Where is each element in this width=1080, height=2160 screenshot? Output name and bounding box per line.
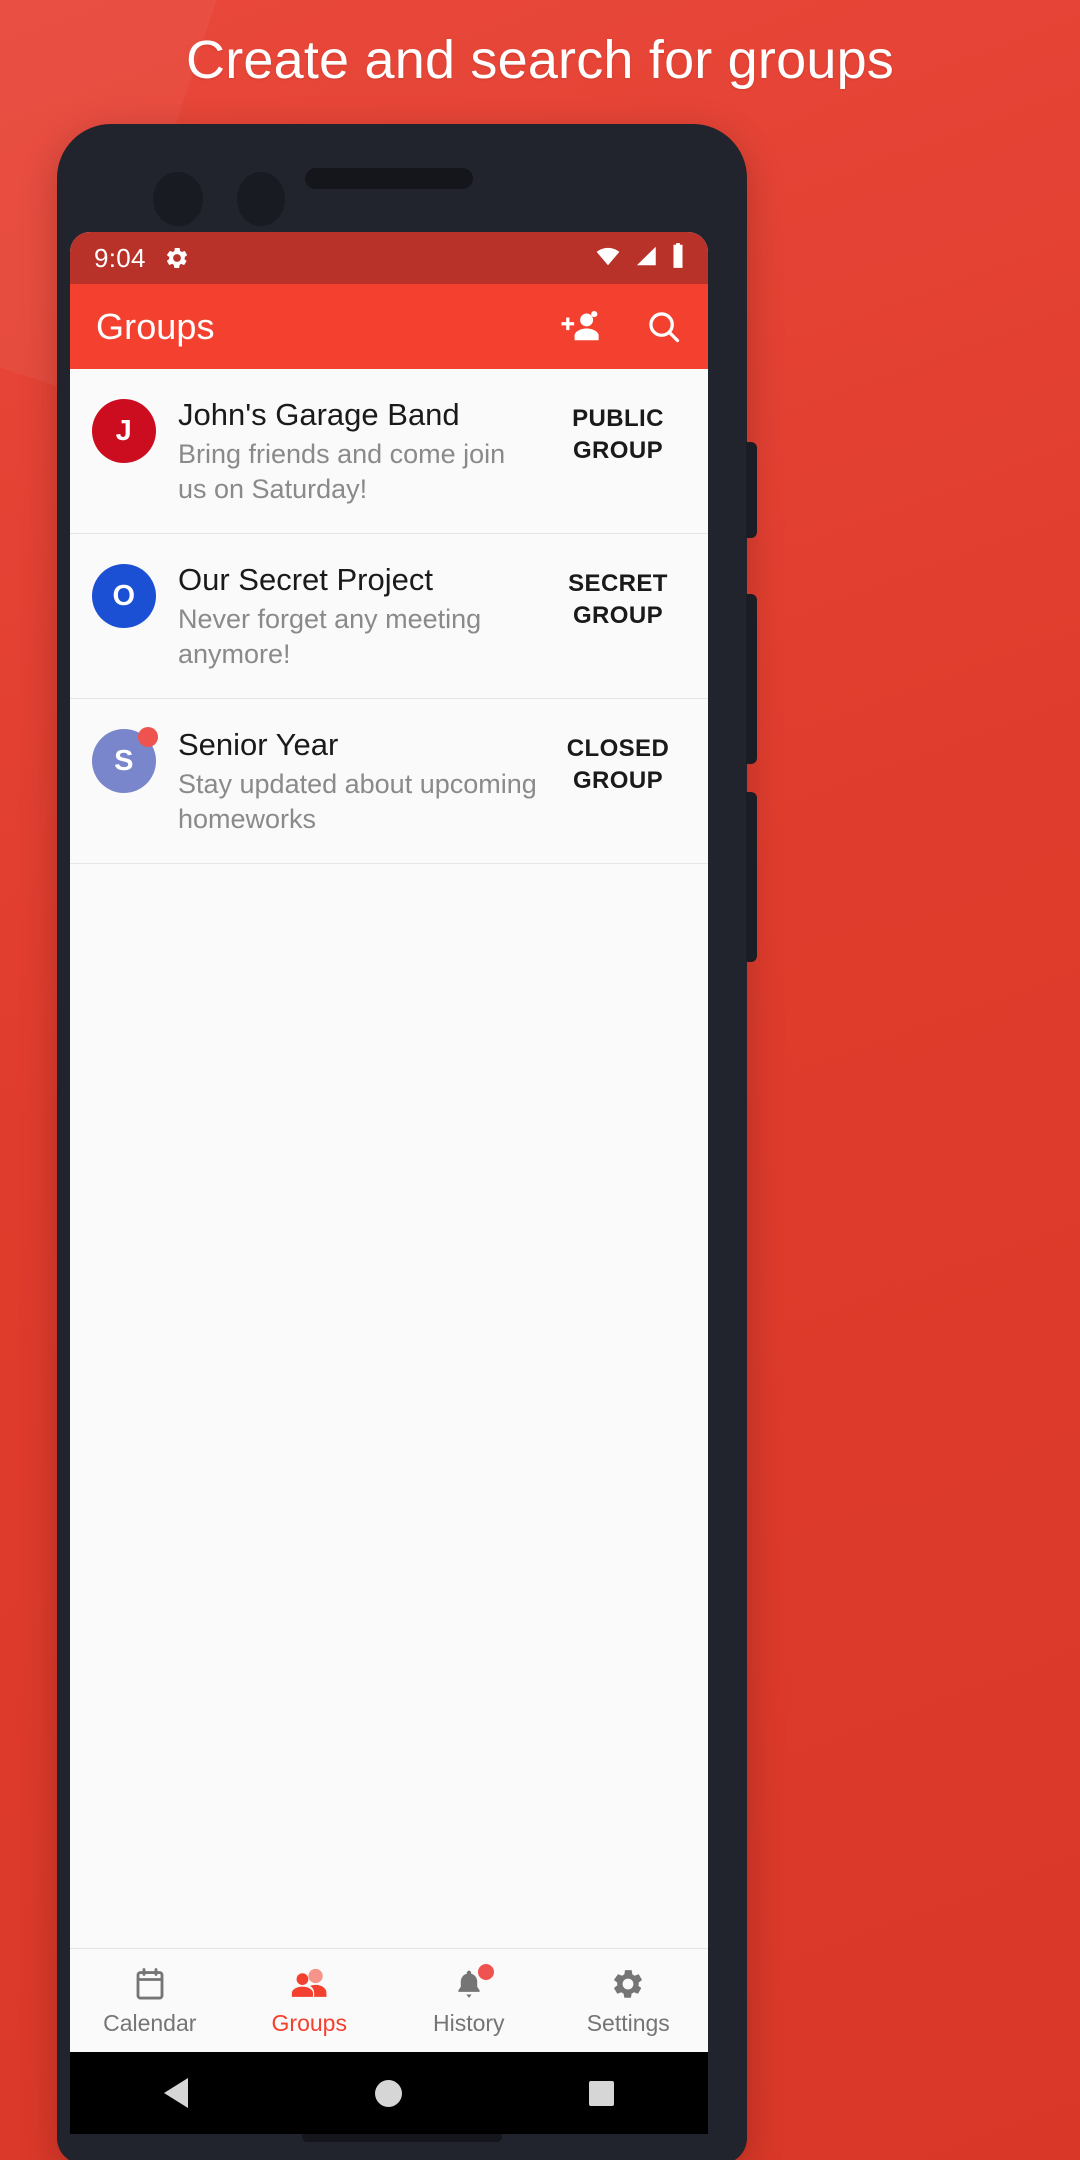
status-badge: CLOSED GROUP — [566, 735, 670, 794]
home-button-icon[interactable] — [374, 2079, 402, 2107]
gear-icon — [610, 1965, 646, 2003]
status-badge: PUBLIC GROUP — [572, 405, 664, 464]
android-navigation-bar — [70, 2052, 708, 2134]
bottom-navigation: Calendar Groups History Settings — [70, 1948, 708, 2052]
avatar-wrapper: J — [92, 399, 156, 463]
cellular-signal-icon — [633, 243, 659, 274]
group-name: Our Secret Project — [178, 562, 433, 597]
phone-frame: 9:04 Groups J John's Garage Band Bring f… — [57, 124, 757, 2160]
avatar: J — [92, 399, 156, 463]
status-bar-icons — [594, 242, 686, 274]
promo-screenshot: Create and search for groups 9:04 Groups… — [0, 0, 1080, 2160]
group-name: John's Garage Band — [178, 397, 460, 432]
group-name: Senior Year — [178, 727, 339, 762]
add-group-icon[interactable] — [558, 310, 602, 344]
page-title: Groups — [96, 305, 215, 347]
volume-up-button[interactable] — [746, 594, 757, 764]
nav-label: Settings — [586, 2009, 670, 2036]
app-bar: Groups — [70, 284, 708, 369]
back-button-icon[interactable] — [163, 2078, 188, 2108]
list-item-text: Senior Year Stay updated about upcoming … — [156, 725, 552, 837]
volume-down-button[interactable] — [746, 792, 757, 962]
status-bar: 9:04 — [70, 232, 708, 284]
phone-screen: 9:04 Groups J John's Garage Band Bring f… — [70, 232, 708, 2052]
nav-item-groups[interactable]: Groups — [230, 1949, 390, 2052]
notification-dot-icon — [477, 1963, 494, 1980]
notification-dot-icon — [138, 727, 158, 747]
group-description: Never forget any meeting anymore! — [178, 604, 482, 669]
front-camera-icon — [153, 172, 203, 226]
list-item[interactable]: S Senior Year Stay updated about upcomin… — [70, 699, 708, 864]
list-item[interactable]: O Our Secret Project Never forget any me… — [70, 534, 708, 699]
bell-icon — [452, 1963, 494, 2003]
wifi-icon — [594, 243, 622, 274]
nav-item-history[interactable]: History — [389, 1949, 549, 2052]
app-bar-actions — [558, 309, 682, 345]
earpiece-speaker — [305, 168, 473, 189]
gear-icon — [164, 245, 190, 271]
group-description: Stay updated about upcoming homeworks — [178, 769, 537, 834]
group-description: Bring friends and come join us on Saturd… — [178, 439, 506, 504]
nav-label: Calendar — [103, 2009, 197, 2036]
nav-item-calendar[interactable]: Calendar — [70, 1949, 230, 2052]
search-icon[interactable] — [646, 309, 682, 345]
avatar-wrapper: O — [92, 564, 156, 628]
power-button[interactable] — [746, 442, 757, 538]
avatar-wrapper: S — [92, 727, 158, 793]
recents-button-icon[interactable] — [589, 2080, 615, 2106]
people-icon — [289, 1965, 329, 2003]
avatar: O — [92, 564, 156, 628]
groups-list[interactable]: J John's Garage Band Bring friends and c… — [70, 369, 708, 1948]
promo-headline: Create and search for groups — [186, 30, 894, 90]
status-badge: SECRET GROUP — [568, 570, 668, 629]
nav-label: Groups — [271, 2009, 347, 2036]
nav-label: History — [432, 2009, 505, 2036]
nav-item-settings[interactable]: Settings — [549, 1949, 709, 2052]
calendar-icon — [132, 1965, 168, 2003]
list-item[interactable]: J John's Garage Band Bring friends and c… — [70, 369, 708, 534]
list-item-text: Our Secret Project Never forget any meet… — [156, 560, 552, 672]
status-bar-clock: 9:04 — [94, 242, 146, 273]
battery-icon — [670, 242, 686, 274]
front-sensor-icon — [237, 172, 285, 226]
list-item-text: John's Garage Band Bring friends and com… — [156, 395, 552, 507]
